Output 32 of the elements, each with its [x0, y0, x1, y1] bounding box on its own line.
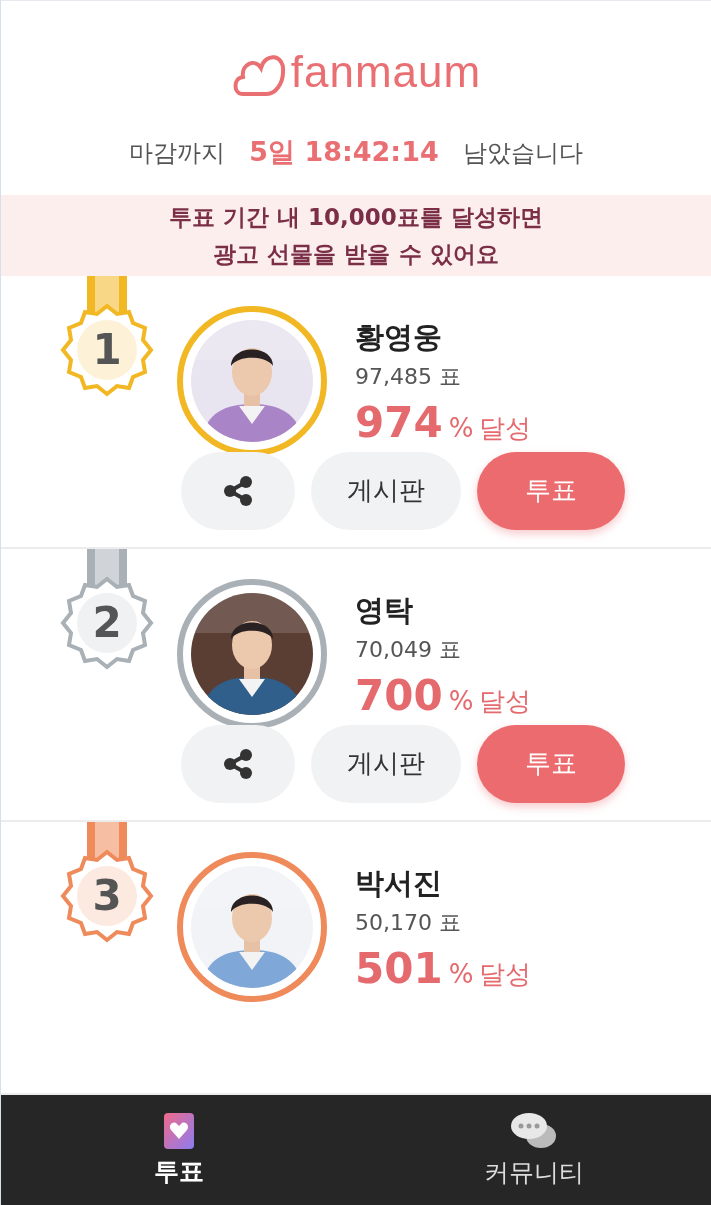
- countdown-prefix: 마감까지: [129, 137, 226, 169]
- achievement-percent: 700: [355, 670, 443, 720]
- achievement-label: 달성: [479, 957, 532, 991]
- rank-number: 3: [91, 873, 123, 918]
- nav-tab[interactable]: 커뮤니티: [356, 1095, 711, 1205]
- achievement-percent: 974: [355, 397, 443, 447]
- percent-unit: %: [448, 958, 474, 989]
- achievement-label: 달성: [479, 411, 532, 445]
- achievement-percent: 501: [355, 943, 443, 993]
- vote-count: 97,485 표: [355, 362, 462, 391]
- banner-text: 투표 기간 내 10,000표를 달성하면: [169, 202, 543, 232]
- board-button[interactable]: 게시판: [311, 451, 461, 530]
- logo-text: fanmaum: [290, 47, 482, 98]
- achievement-label: 달성: [479, 684, 532, 718]
- banner-text: 광고 선물을 받을 수 있어요: [213, 239, 499, 269]
- share-icon: [221, 473, 255, 508]
- candidate-name: 영탁: [355, 591, 414, 629]
- board-button[interactable]: 게시판: [311, 724, 461, 803]
- nav-tab[interactable]: 투표: [1, 1095, 356, 1205]
- rank-number: 2: [91, 600, 123, 645]
- chat-bubbles-icon: [510, 1111, 557, 1150]
- rank-number: 1: [91, 327, 123, 372]
- percent-unit: %: [448, 412, 474, 443]
- share-icon: [221, 746, 255, 781]
- candidate-name: 황영웅: [355, 318, 443, 356]
- vote-count: 50,170 표: [355, 908, 462, 937]
- candidate-name: 박서진: [355, 864, 443, 902]
- heart-card-icon: [163, 1112, 194, 1149]
- countdown-suffix: 남았습니다: [462, 137, 583, 169]
- vote-count: 70,049 표: [355, 635, 462, 664]
- percent-unit: %: [448, 685, 474, 716]
- countdown-time: 5일 18:42:14: [249, 134, 439, 169]
